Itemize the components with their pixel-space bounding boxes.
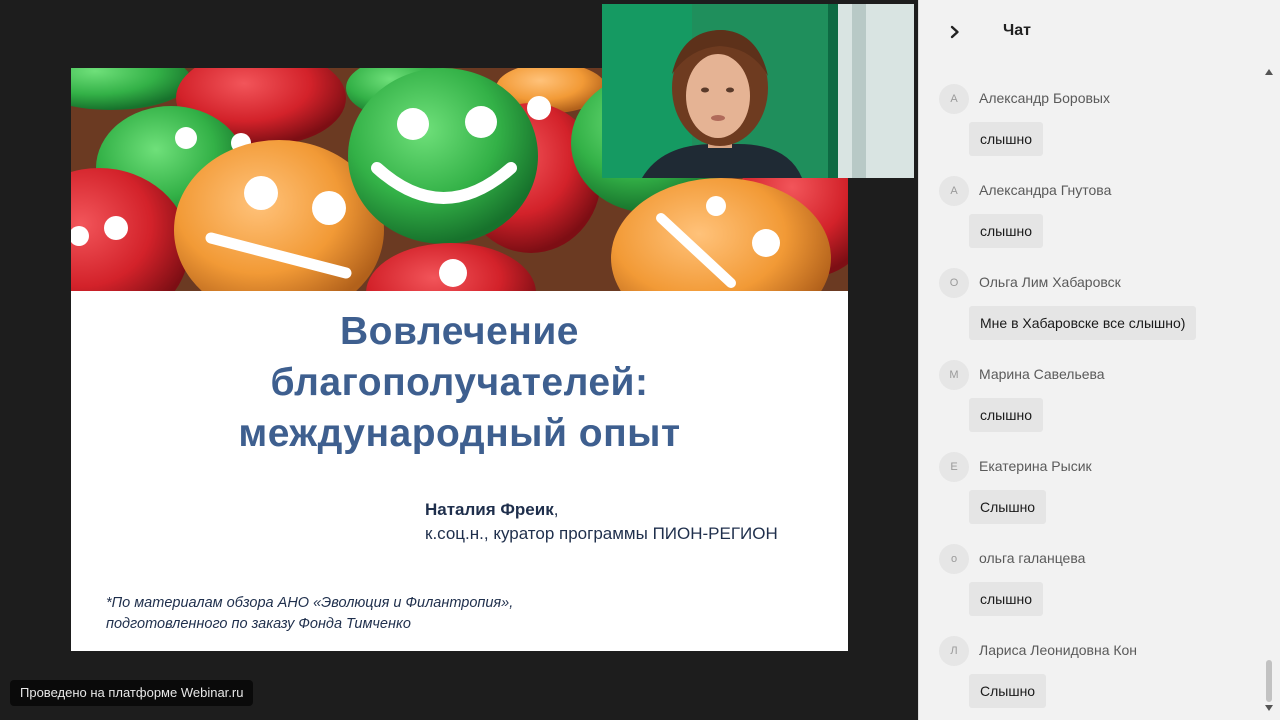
triangle-down-icon: [1265, 705, 1273, 711]
scroll-up-arrow[interactable]: [1265, 68, 1273, 76]
avatar: Е: [939, 452, 969, 482]
message-sender: Екатерина Рысик: [979, 458, 1092, 474]
footnote-line: *По материалам обзора АНО «Эволюция и Фи…: [106, 595, 514, 611]
chat-title: Чат: [1003, 22, 1031, 39]
message-sender: Марина Савельева: [979, 366, 1105, 382]
chat-message: о ольга галанцева слышно: [919, 524, 1259, 616]
slide-title: Вовлечение благополучателей: международн…: [71, 306, 848, 459]
message-bubble: слышно: [969, 122, 1043, 156]
chat-message-list[interactable]: А Александр Боровых слышно А Александра …: [919, 64, 1259, 720]
chat-message: Л Лариса Леонидовна Кон Слышно: [919, 616, 1259, 708]
slide-author: Наталия Фреик,: [425, 500, 558, 520]
avatar: о: [939, 544, 969, 574]
chat-scrollbar[interactable]: [1263, 64, 1275, 712]
message-bubble: слышно: [969, 398, 1043, 432]
platform-watermark: Проведено на платформе Webinar.ru: [10, 680, 254, 706]
chat-message: А Александра Гнутова слышно: [919, 156, 1259, 248]
scroll-down-arrow[interactable]: [1265, 704, 1273, 712]
slide-title-line: Вовлечение: [340, 310, 579, 353]
slide-footnote: *По материалам обзора АНО «Эволюция и Фи…: [106, 593, 513, 635]
message-sender: Лариса Леонидовна Кон: [979, 642, 1138, 658]
message-bubble: Слышно: [969, 490, 1047, 524]
chat-panel: Чат А Александр Боровых слышно А Алексан…: [918, 0, 1280, 720]
author-comma: ,: [553, 500, 559, 519]
collapse-chat-button[interactable]: [943, 20, 967, 44]
chevron-right-icon: [950, 25, 959, 39]
message-sender: ольга галанцева: [979, 550, 1086, 566]
scrollbar-thumb[interactable]: [1266, 660, 1272, 702]
author-name: Наталия Фреик: [425, 500, 554, 519]
message-sender: Александра Гнутова: [979, 182, 1112, 198]
chat-message: О Ольга Лим Хабаровск Мне в Хабаровске в…: [919, 248, 1259, 340]
presentation-stage: Вовлечение благополучателей: международн…: [0, 0, 918, 720]
slide-title-line: благополучателей:: [270, 361, 649, 404]
message-sender: Александр Боровых: [979, 90, 1110, 106]
chat-message: А Александр Боровых слышно: [919, 64, 1259, 156]
avatar: М: [939, 360, 969, 390]
author-affiliation: к.соц.н., куратор программы ПИОН-РЕГИОН: [425, 524, 778, 543]
chat-header: Чат: [919, 0, 1280, 64]
triangle-up-icon: [1265, 69, 1273, 75]
chat-message: М Марина Савельева слышно: [919, 340, 1259, 432]
message-sender: Ольга Лим Хабаровск: [979, 274, 1121, 290]
message-bubble: Слышно: [969, 674, 1047, 708]
speaker-video-frame: [602, 4, 914, 178]
avatar: Л: [939, 636, 969, 666]
slide-title-line: международный опыт: [238, 412, 681, 455]
message-bubble: слышно: [969, 582, 1043, 616]
message-bubble: слышно: [969, 214, 1043, 248]
avatar: О: [939, 268, 969, 298]
avatar: А: [939, 176, 969, 206]
footnote-line: подготовленного по заказу Фонда Тимченко: [106, 616, 411, 632]
avatar: А: [939, 84, 969, 114]
message-bubble: Мне в Хабаровске все слышно): [969, 306, 1197, 340]
speaker-webcam-video[interactable]: [602, 4, 914, 178]
chat-message: Е Екатерина Рысик Слышно: [919, 432, 1259, 524]
